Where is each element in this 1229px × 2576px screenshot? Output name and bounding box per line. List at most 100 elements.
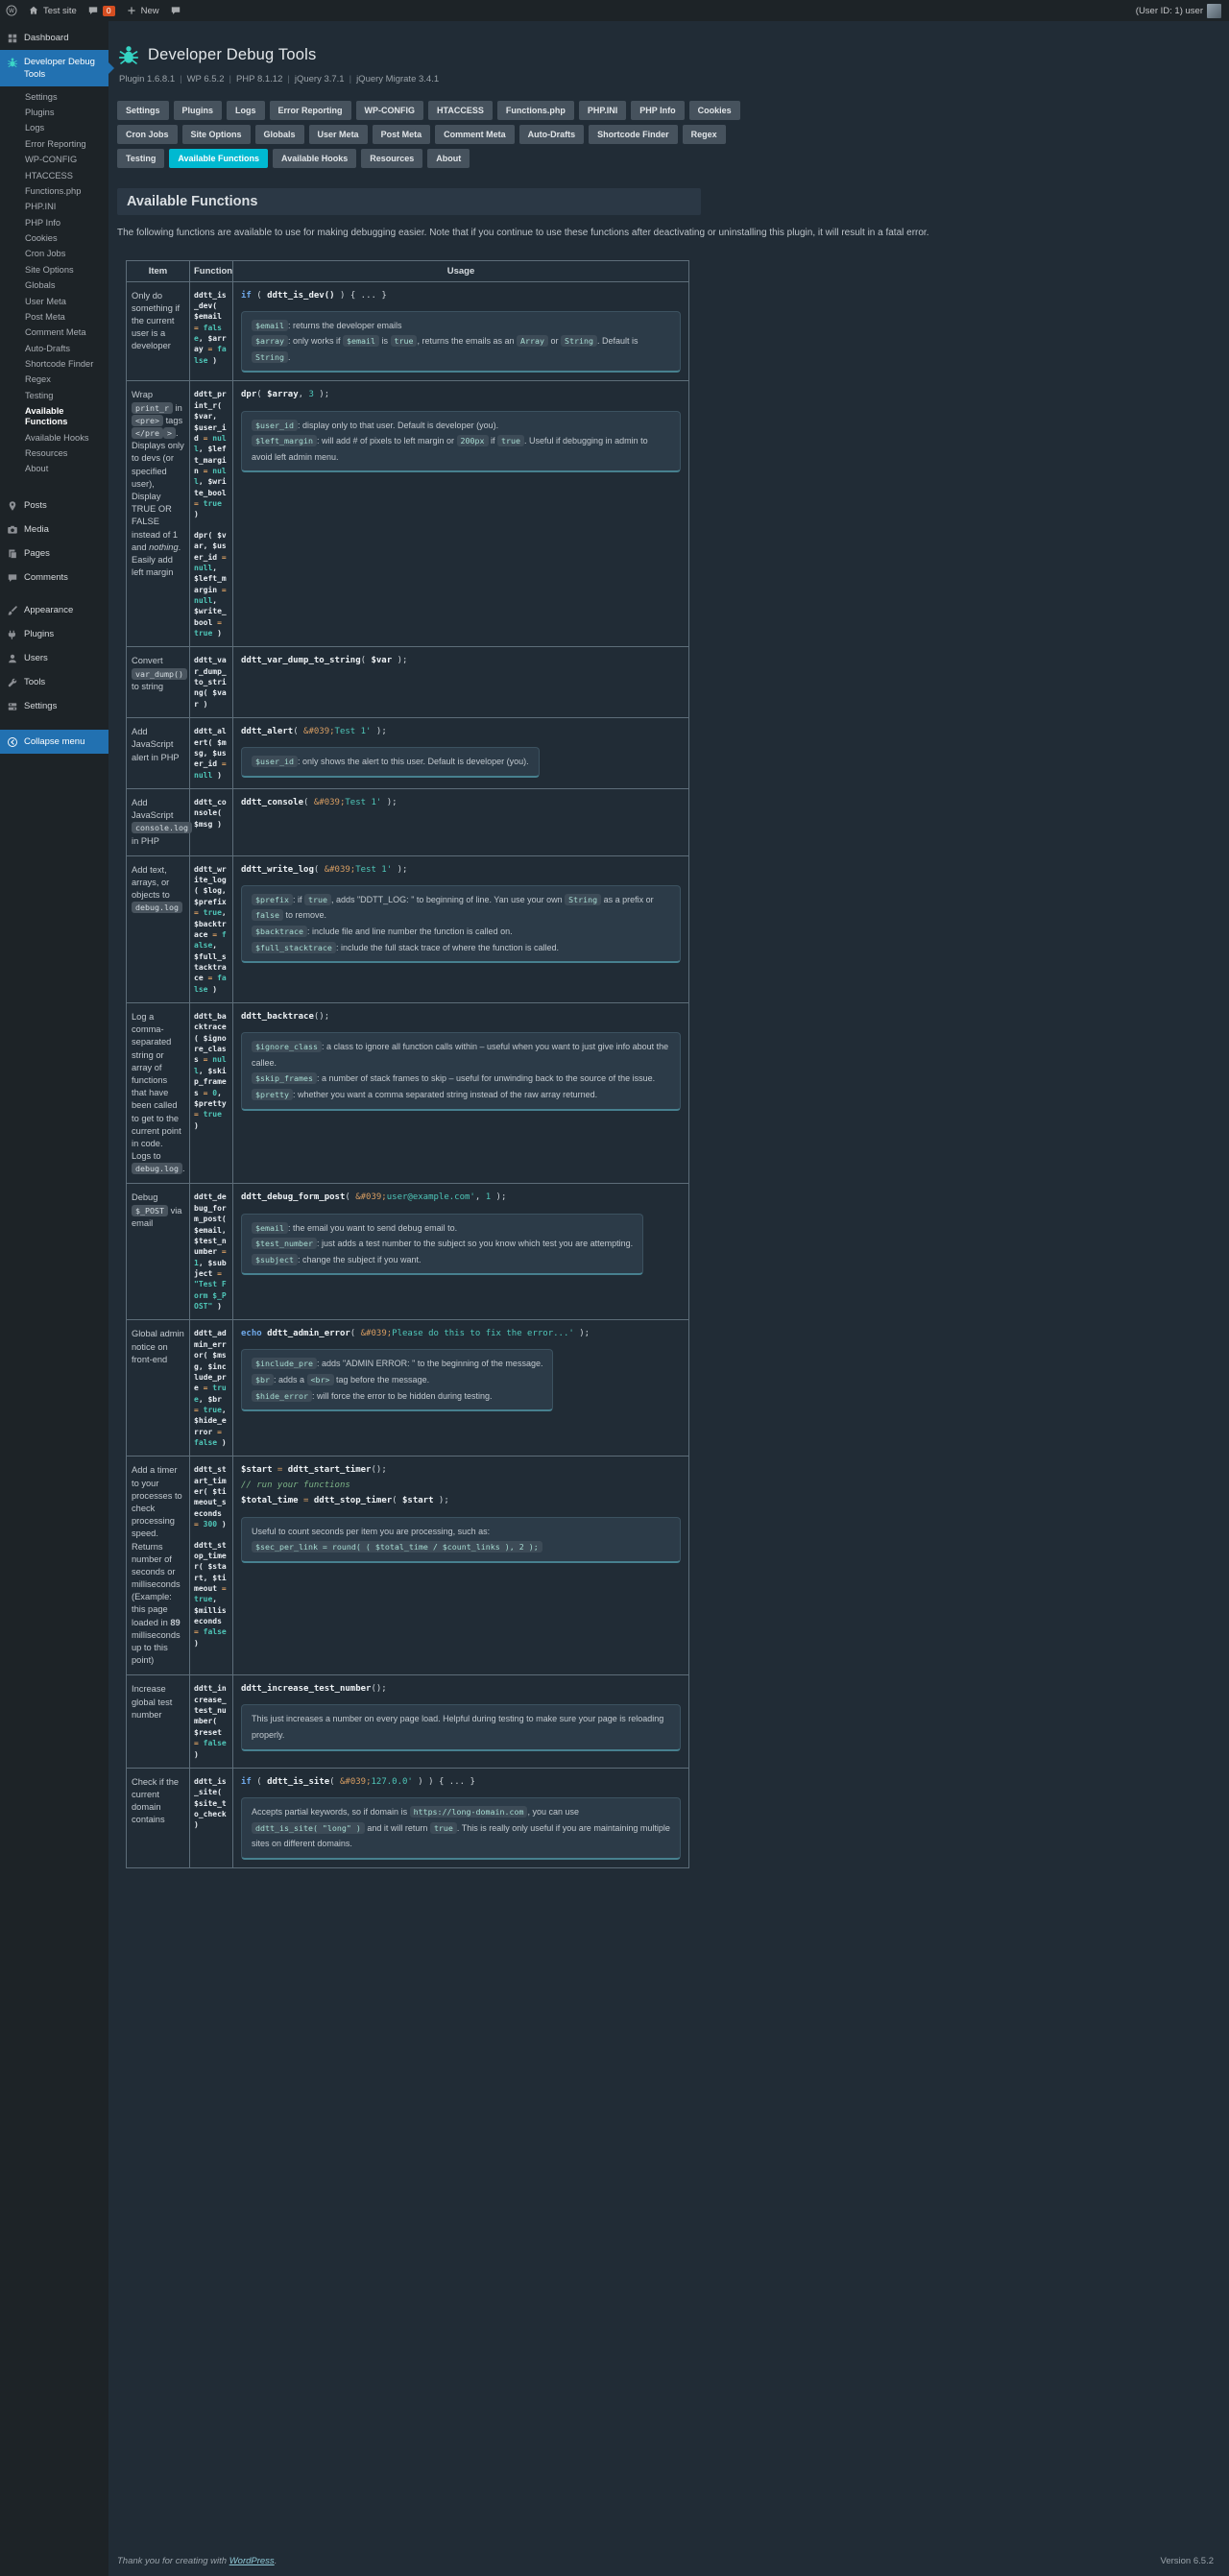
adminbar-item-bubble[interactable] <box>170 5 181 16</box>
function-signature: ddtt_print_r( $var, $user_id = null, $le… <box>194 390 227 519</box>
sidebar-subitem-php-info[interactable]: PHP Info <box>0 215 108 230</box>
function-cell: ddtt_debug_form_post( $email, $test_numb… <box>189 1183 233 1321</box>
sidebar-item-dashboard[interactable]: Dashboard <box>0 26 108 50</box>
sidebar-subitem-user-meta[interactable]: User Meta <box>0 294 108 309</box>
tab-shortcode-finder[interactable]: Shortcode Finder <box>589 125 678 144</box>
sidebar-subitem-comment-meta[interactable]: Comment Meta <box>0 325 108 341</box>
pages-icon <box>7 548 18 560</box>
sidebar-item-developer-debug-tools[interactable]: Developer Debug Tools <box>0 50 114 86</box>
sidebar-item-posts[interactable]: Posts <box>0 494 108 518</box>
sidebar-subitem-auto-drafts[interactable]: Auto-Drafts <box>0 341 108 356</box>
adminbar-item-bubble[interactable]: 0 <box>87 5 115 16</box>
sidebar-subitem-resources[interactable]: Resources <box>0 445 108 461</box>
meta-separator: | <box>229 74 231 84</box>
tab-comment-meta[interactable]: Comment Meta <box>435 125 515 144</box>
collapse-menu-label: Collapse menu <box>24 736 85 747</box>
sidebar-item-appearance[interactable]: Appearance <box>0 598 108 622</box>
function-cell: ddtt_console( $msg ) <box>189 787 233 856</box>
sidebar-subitem-settings[interactable]: Settings <box>0 89 108 105</box>
tab-auto-drafts[interactable]: Auto-Drafts <box>518 125 585 144</box>
function-cell: ddtt_var_dump_to_string( $var ) <box>189 646 233 719</box>
plus-icon <box>126 5 137 16</box>
admin-bar-left: W Test site 0 New <box>6 5 181 16</box>
sidebar-subitem-error-reporting[interactable]: Error Reporting <box>0 136 108 152</box>
tab-plugins[interactable]: Plugins <box>173 101 223 120</box>
sidebar-subitem-regex[interactable]: Regex <box>0 373 108 388</box>
tab-error-reporting[interactable]: Error Reporting <box>269 101 351 120</box>
main-content: Developer Debug Tools Plugin 1.6.8.1 | WP … <box>108 21 1229 2576</box>
tab-post-meta[interactable]: Post Meta <box>372 125 431 144</box>
sidebar-item-pages[interactable]: Pages <box>0 542 108 566</box>
version-meta-item: Plugin 1.6.8.1 <box>119 74 176 84</box>
footer: Thank you for creating with WordPress. V… <box>117 2544 1217 2576</box>
tab-available-hooks[interactable]: Available Hooks <box>273 149 357 168</box>
item-cell: Add JavaScript console.log in PHP <box>126 787 192 856</box>
tab-resources[interactable]: Resources <box>361 149 423 168</box>
sidebar-subitem-available-functions[interactable]: Available Functions <box>0 404 108 430</box>
usage-cell: if ( ddtt_is_dev() ) { ... } $email: retu… <box>232 280 689 382</box>
sidebar-subitem-logs[interactable]: Logs <box>0 121 108 136</box>
sidebar-subitem-cron-jobs[interactable]: Cron Jobs <box>0 247 108 262</box>
tab-logs[interactable]: Logs <box>227 101 265 120</box>
collapse-menu-button[interactable]: Collapse menu <box>0 730 108 754</box>
sidebar-item-tools[interactable]: Tools <box>0 670 108 694</box>
adminbar-item-home-test-site[interactable]: Test site <box>28 5 77 16</box>
tab-php-info[interactable]: PHP Info <box>631 101 685 120</box>
usage-code-line: $start = ddtt_start_timer(); <box>241 1465 387 1476</box>
plugins-icon <box>7 629 18 640</box>
sidebar-subitem-php-ini[interactable]: PHP.INI <box>0 200 108 215</box>
description-line: $user_id: display only to that user. Def… <box>252 418 670 434</box>
description-line: $left_margin: will add # of pixels to le… <box>252 435 648 462</box>
sidebar-subitem-cookies[interactable]: Cookies <box>0 230 108 246</box>
tab-available-functions[interactable]: Available Functions <box>169 149 269 168</box>
tab-wp-config[interactable]: WP-CONFIG <box>355 101 424 120</box>
tab-user-meta[interactable]: User Meta <box>308 125 368 144</box>
usage-code-line: ddtt_alert( &#039;Test 1' ); <box>241 727 387 737</box>
tab-settings[interactable]: Settings <box>117 101 169 120</box>
sidebar-subitem-site-options[interactable]: Site Options <box>0 262 108 277</box>
function-cell: ddtt_start_timer( $timeout_seconds = 300… <box>189 1456 233 1676</box>
sidebar-subitem-shortcode-finder[interactable]: Shortcode Finder <box>0 356 108 372</box>
sidebar-subitem-about[interactable]: About <box>0 462 108 477</box>
meta-separator: | <box>349 74 352 84</box>
tab-htaccess[interactable]: HTACCESS <box>428 101 493 120</box>
wordpress-link[interactable]: WordPress <box>229 2556 275 2566</box>
sidebar-subitem-available-hooks[interactable]: Available Hooks <box>0 430 108 445</box>
tab-cron-jobs[interactable]: Cron Jobs <box>117 125 178 144</box>
tab-site-options[interactable]: Site Options <box>181 125 251 144</box>
tab-php-ini[interactable]: PHP.INI <box>578 101 627 120</box>
sidebar-item-media[interactable]: Media <box>0 518 108 542</box>
user-menu[interactable]: (User ID: 1) user <box>1136 3 1221 18</box>
sidebar-subitem-plugins[interactable]: Plugins <box>0 105 108 120</box>
tab-testing[interactable]: Testing <box>117 149 165 168</box>
item-cell: Debug $_POST via email <box>126 1183 190 1321</box>
sidebar-item-plugins[interactable]: Plugins <box>0 622 108 646</box>
sidebar-item-users[interactable]: Users <box>0 646 108 670</box>
usage-cell: ddtt_backtrace(); $ignore_class: a class … <box>232 1002 689 1185</box>
function-signature: ddtt_admin_error( $msg, $include_pre = t… <box>194 1329 227 1448</box>
tab-cookies[interactable]: Cookies <box>688 101 740 120</box>
adminbar-item-plus-new[interactable]: New <box>126 5 159 16</box>
sidebar-subitem-htaccess[interactable]: HTACCESS <box>0 168 108 183</box>
sidebar-item-label: Pages <box>24 548 50 559</box>
sidebar-item-settings[interactable]: Settings <box>0 694 108 718</box>
sidebar-subitem-functions-php[interactable]: Functions.php <box>0 183 108 199</box>
sidebar-subitem-globals[interactable]: Globals <box>0 278 108 294</box>
sidebar-subitem-testing[interactable]: Testing <box>0 388 108 403</box>
sidebar-item-label: Settings <box>24 701 58 711</box>
sidebar-item-comments[interactable]: Comments <box>0 566 108 590</box>
tab-about[interactable]: About <box>427 149 470 168</box>
adminbar-item-label: Test site <box>43 5 77 16</box>
usage-code-line: // run your functions <box>241 1481 350 1491</box>
tab-functions-php[interactable]: Functions.php <box>496 101 574 120</box>
tab-regex[interactable]: Regex <box>682 125 726 144</box>
pending-count-badge: 0 <box>102 5 115 16</box>
admin-sidebar: Dashboard Developer Debug Tools Settings P… <box>0 21 114 2576</box>
adminbar-item-wp-logo[interactable]: W <box>6 5 17 16</box>
description-line: $full_stacktrace: include the full stack… <box>252 940 670 956</box>
sidebar-subitem-wp-config[interactable]: WP-CONFIG <box>0 153 108 168</box>
sidebar-subitem-post-meta[interactable]: Post Meta <box>0 309 108 325</box>
tab-globals[interactable]: Globals <box>254 125 304 144</box>
table-row: Log a comma-separated string or array of… <box>126 1002 689 1185</box>
footer-thanks-period: . <box>274 2556 277 2566</box>
